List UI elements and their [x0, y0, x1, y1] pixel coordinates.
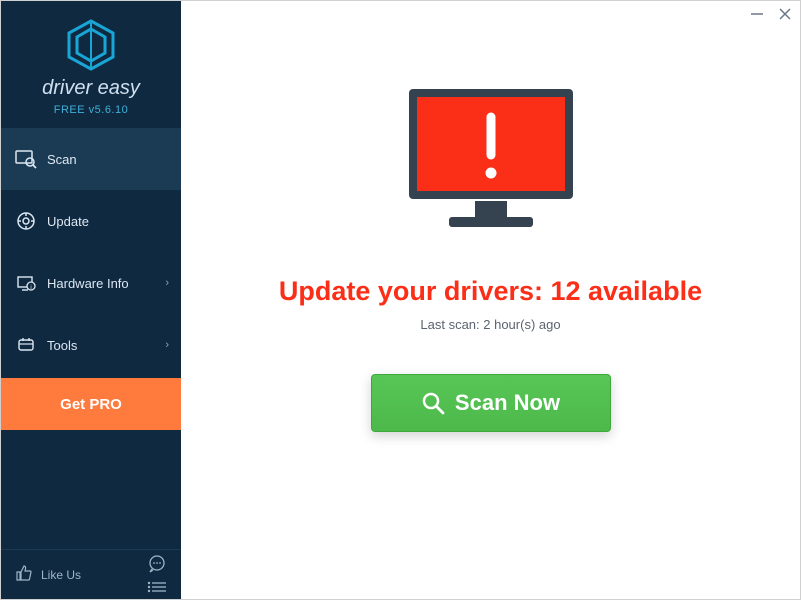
sidebar-item-hardware-info[interactable]: i Hardware Info ›: [1, 252, 181, 314]
sidebar-item-label: Update: [47, 214, 89, 229]
get-pro-label: Get PRO: [60, 396, 122, 413]
app-window: driver easy FREE v5.6.10 Scan Update i: [0, 0, 801, 600]
sidebar-item-label: Tools: [47, 338, 77, 353]
tools-icon: [15, 334, 37, 356]
spacer: [1, 430, 181, 549]
chevron-right-icon: ›: [165, 339, 169, 351]
content: Update your drivers: 12 available Last s…: [181, 81, 800, 432]
alert-monitor-icon: [391, 81, 591, 246]
chevron-right-icon: ›: [165, 277, 169, 289]
last-scan-label: Last scan: 2 hour(s) ago: [420, 317, 560, 332]
headline: Update your drivers: 12 available: [279, 276, 702, 307]
hardware-info-icon: i: [15, 272, 37, 294]
minimize-button[interactable]: [750, 7, 764, 21]
close-button[interactable]: [778, 7, 792, 21]
thumbs-up-icon[interactable]: [15, 564, 33, 585]
bottom-icons: [147, 554, 167, 596]
window-controls: [750, 7, 792, 21]
logo-icon: [65, 19, 117, 71]
nav: Scan Update i Hardware Info › Tools: [1, 128, 181, 376]
like-us-label[interactable]: Like Us: [41, 568, 81, 582]
brand-name: driver easy: [1, 77, 181, 100]
sidebar-bottom: Like Us: [1, 549, 181, 599]
search-icon: [421, 391, 445, 415]
menu-list-icon[interactable]: [147, 581, 167, 596]
version-label: FREE v5.6.10: [1, 104, 181, 116]
main-panel: Update your drivers: 12 available Last s…: [181, 1, 800, 599]
get-pro-button[interactable]: Get PRO: [1, 378, 181, 430]
scan-now-label: Scan Now: [455, 390, 560, 416]
feedback-icon[interactable]: [147, 554, 167, 577]
scan-now-button[interactable]: Scan Now: [371, 374, 611, 432]
sidebar-item-label: Hardware Info: [47, 276, 129, 291]
sidebar-item-update[interactable]: Update: [1, 190, 181, 252]
sidebar: driver easy FREE v5.6.10 Scan Update i: [1, 1, 181, 599]
sidebar-item-tools[interactable]: Tools ›: [1, 314, 181, 376]
logo-block: driver easy FREE v5.6.10: [1, 1, 181, 128]
update-icon: [15, 210, 37, 232]
svg-text:i: i: [30, 285, 31, 291]
sidebar-item-scan[interactable]: Scan: [1, 128, 181, 190]
sidebar-item-label: Scan: [47, 152, 77, 167]
scan-icon: [15, 148, 37, 170]
